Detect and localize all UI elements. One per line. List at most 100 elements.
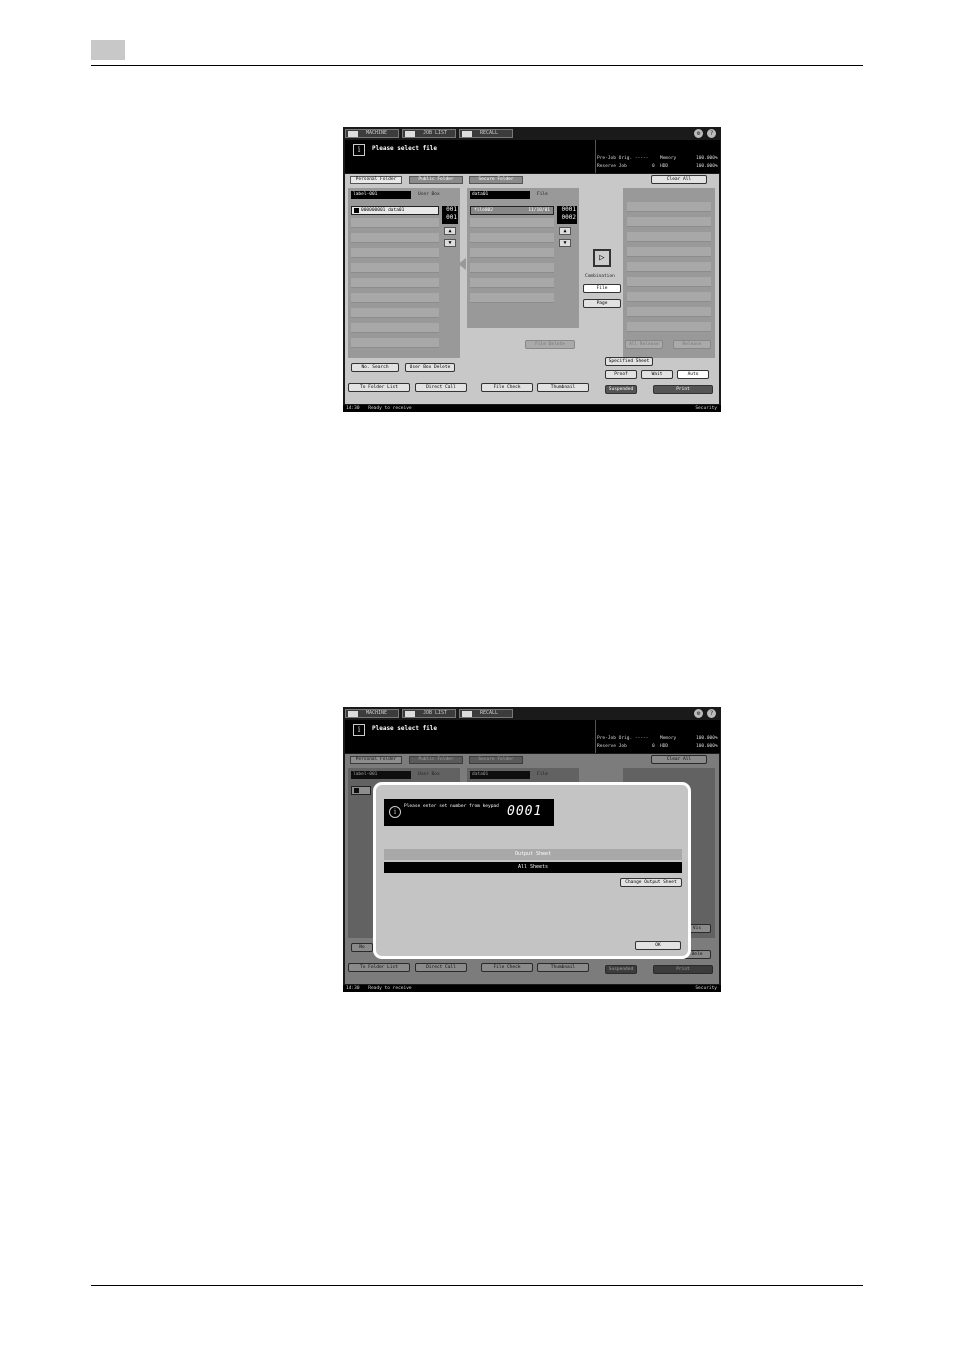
user-box-page-counter: 001 001 [442, 206, 458, 224]
suspended-button[interactable]: Suspended [605, 385, 637, 394]
file-panel: data01 File file002 11/10/01 0001 0002 ▲ ▼… [467, 188, 579, 349]
security-indicator: Security [695, 406, 717, 411]
help-icon[interactable]: ? [707, 709, 716, 718]
message-text: Please select file [372, 725, 438, 732]
list-item[interactable] [627, 307, 711, 317]
machine-icon [348, 131, 358, 137]
user-box-row-selected[interactable]: 000000001 data01 [351, 206, 439, 215]
tab-machine[interactable]: MACHINE [345, 709, 399, 718]
thumbnail-button[interactable]: Thumbnail [537, 383, 589, 392]
list-item[interactable] [627, 292, 711, 302]
combination-list-panel: All Release Release [623, 188, 715, 358]
status-panel: Pre-Job Orig. ----- Memory 100.000% Rese… [595, 140, 720, 173]
file-delete-button[interactable]: File Delete [525, 340, 575, 349]
file-box-name: data01 [470, 191, 530, 199]
auto-button[interactable]: Auto [677, 370, 709, 379]
hdd-label: HDD [660, 164, 669, 169]
info-icon: i [389, 806, 401, 818]
list-item[interactable] [627, 202, 711, 212]
add-to-combination-button[interactable]: ▷ [593, 249, 611, 267]
proof-button[interactable]: Proof [605, 370, 637, 379]
list-item[interactable] [470, 248, 554, 258]
all-release-button[interactable]: All Release [625, 340, 663, 349]
tab-recall[interactable]: RECALL [459, 129, 513, 138]
change-output-sheet-button[interactable]: Change Output Sheet [620, 878, 682, 887]
scroll-up-icon[interactable]: ▲ [444, 227, 456, 235]
hdd-value: 100.000% [696, 164, 718, 169]
list-item[interactable] [351, 278, 439, 288]
tab-job-list[interactable]: JOB LIST [402, 709, 456, 718]
list-item[interactable] [470, 218, 554, 228]
file-row-selected[interactable]: file002 11/10/01 [470, 206, 554, 215]
status-text: Ready to receive [368, 406, 412, 411]
list-item[interactable] [351, 248, 439, 258]
direct-call-button[interactable]: Direct Call [415, 383, 467, 392]
settings-icon[interactable]: ⚙ [694, 129, 703, 138]
info-icon: i [353, 144, 365, 156]
wait-button[interactable]: Wait [641, 370, 673, 379]
reserve-job-count: 0 [652, 744, 655, 749]
info-icon: i [353, 724, 365, 736]
list-item[interactable] [470, 263, 554, 273]
list-item[interactable] [351, 263, 439, 273]
clear-all-button[interactable]: Clear All [651, 175, 707, 184]
list-item[interactable] [627, 262, 711, 272]
to-folder-list-button[interactable]: To Folder List [348, 383, 410, 392]
list-item[interactable] [627, 232, 711, 242]
memory-value: 100.000% [696, 736, 718, 741]
list-item[interactable] [351, 218, 439, 228]
release-button[interactable]: Release [673, 340, 711, 349]
combination-page-button[interactable]: Page [583, 299, 621, 308]
tab-job-list[interactable]: JOB LIST [402, 129, 456, 138]
output-sheet-header: Output Sheet [384, 849, 682, 860]
specified-sheet-button[interactable]: Specified Sheet [605, 357, 653, 366]
combination-label: Combination [585, 274, 615, 279]
scroll-up-icon[interactable]: ▲ [559, 227, 571, 235]
set-number-prompt: Please enter set number from keypad [404, 804, 499, 809]
list-item[interactable] [627, 277, 711, 287]
list-item[interactable] [351, 338, 439, 348]
set-number-value: 0001 [507, 804, 543, 819]
list-item[interactable] [470, 278, 554, 288]
user-box-name: label-001 [351, 191, 411, 199]
ok-button[interactable]: OK [635, 941, 681, 950]
tab-machine[interactable]: MACHINE [345, 129, 399, 138]
list-item[interactable] [351, 308, 439, 318]
file-check-button[interactable]: File Check [481, 383, 533, 392]
tab-personal-folder[interactable]: Personal Folder [350, 176, 402, 184]
list-item[interactable] [351, 323, 439, 333]
list-item[interactable] [627, 247, 711, 257]
header-rule [91, 65, 863, 66]
print-button[interactable]: Print [653, 385, 713, 394]
checkbox-icon [354, 208, 359, 213]
security-indicator: Security [695, 986, 717, 991]
list-item[interactable] [627, 322, 711, 332]
pointer-arrow [458, 258, 466, 270]
help-icon[interactable]: ? [707, 129, 716, 138]
list-item[interactable] [470, 293, 554, 303]
number-search-button[interactable]: No. Search [351, 363, 399, 372]
combination-file-button[interactable]: File [583, 284, 621, 293]
tab-public-folder[interactable]: Public Folder [409, 176, 463, 184]
header-chapter-marker [91, 40, 125, 60]
pre-job-label: Pre-Job Orig. ----- [597, 156, 649, 161]
recall-icon [462, 131, 472, 137]
list-icon [405, 131, 415, 137]
scroll-down-icon[interactable]: ▼ [559, 239, 571, 247]
pre-job-label: Pre-Job Orig. ----- [597, 736, 649, 741]
message-text: Please select file [372, 145, 438, 152]
set-number-dialog: i Please enter set number from keypad 00… [373, 782, 691, 959]
scroll-down-icon[interactable]: ▼ [444, 239, 456, 247]
list-item[interactable] [351, 293, 439, 303]
user-box-delete-button[interactable]: User Box Delete [405, 363, 455, 372]
tab-recall[interactable]: RECALL [459, 709, 513, 718]
list-item[interactable] [351, 233, 439, 243]
status-bar: 14:30 Ready to receive Security [343, 405, 721, 412]
memory-label: Memory [660, 156, 677, 161]
tab-secure-folder[interactable]: Secure Folder [469, 176, 523, 184]
list-item[interactable] [470, 233, 554, 243]
file-page-counter: 0001 0002 [557, 206, 577, 224]
screenshot-set-number-dialog: MACHINE JOB LIST RECALL ⚙ ? i Please sel… [343, 707, 721, 992]
settings-icon[interactable]: ⚙ [694, 709, 703, 718]
list-item[interactable] [627, 217, 711, 227]
